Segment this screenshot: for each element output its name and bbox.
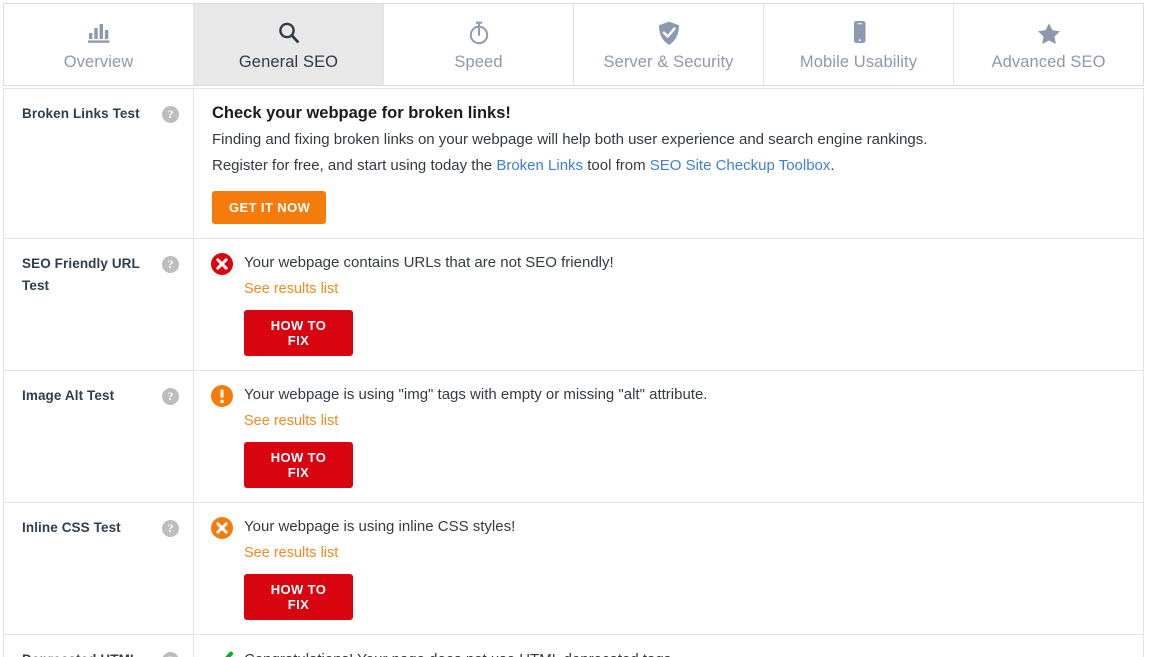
shield-check-icon <box>657 16 681 50</box>
table-row: Image Alt Test ? Your webpage is using "… <box>4 371 1143 503</box>
test-result-cell: Congratulations! Your page does not use … <box>194 635 1143 657</box>
promo-line-2: Register for free, and start using today… <box>212 153 927 179</box>
test-label: Broken Links Test <box>22 106 140 121</box>
test-name-cell: Broken Links Test ? <box>4 89 194 238</box>
help-icon[interactable]: ? <box>162 388 179 405</box>
promo-line-2-pre: Register for free, and start using today… <box>212 157 497 174</box>
promo-line-2-post: . <box>830 157 835 174</box>
how-to-fix-button[interactable]: HOW TO FIX <box>244 310 353 356</box>
see-results-list-link[interactable]: See results list <box>244 411 338 431</box>
error-cross-icon <box>210 252 234 276</box>
help-icon[interactable]: ? <box>162 520 179 537</box>
seo-report-page: Overview General SEO Speed Server & Secu… <box>0 0 1149 657</box>
how-to-fix-button[interactable]: HOW TO FIX <box>244 442 353 488</box>
tab-label: Mobile Usability <box>799 53 918 71</box>
tab-speed[interactable]: Speed <box>384 4 574 85</box>
tab-label: Advanced SEO <box>991 53 1106 71</box>
seo-test-results-table: Broken Links Test ? Check your webpage f… <box>3 88 1144 657</box>
star-icon <box>1035 16 1063 50</box>
tab-overview[interactable]: Overview <box>4 4 194 85</box>
test-name-cell: Inline CSS Test ? <box>4 503 194 634</box>
promo-heading: Check your webpage for broken links! <box>212 104 511 122</box>
table-row: Broken Links Test ? Check your webpage f… <box>4 89 1143 239</box>
see-results-list-link[interactable]: See results list <box>244 279 338 299</box>
stopwatch-icon <box>466 16 492 50</box>
test-label: SEO Friendly URL Test <box>22 256 140 293</box>
result-message: Your webpage is using inline CSS styles! <box>244 518 516 535</box>
test-result-cell: Your webpage is using "img" tags with em… <box>194 371 1143 502</box>
success-check-icon <box>210 649 234 657</box>
tab-general-seo[interactable]: General SEO <box>194 4 384 85</box>
table-row: Inline CSS Test ? Your webpage is using … <box>4 503 1143 635</box>
mobile-phone-icon <box>849 16 869 50</box>
category-tab-bar: Overview General SEO Speed Server & Secu… <box>3 3 1144 86</box>
test-label: Deprecated HTML Tags Test <box>22 649 154 657</box>
tab-label: Server & Security <box>603 53 734 71</box>
result-block: Your webpage contains URLs that are not … <box>244 251 614 356</box>
test-label: Inline CSS Test <box>22 520 121 535</box>
help-icon[interactable]: ? <box>162 106 179 123</box>
table-row: Deprecated HTML Tags Test ? Congratulati… <box>4 635 1143 657</box>
see-results-list-link[interactable]: See results list <box>244 543 338 563</box>
tab-label: Speed <box>454 53 503 71</box>
test-result-cell: Check your webpage for broken links! Fin… <box>194 89 1143 238</box>
result-message: Your webpage contains URLs that are not … <box>244 254 614 271</box>
get-it-now-button[interactable]: GET IT NOW <box>212 191 327 224</box>
test-name-cell: Image Alt Test ? <box>4 371 194 502</box>
tab-label: General SEO <box>238 53 339 71</box>
promo-line-2-mid: tool from <box>583 157 650 174</box>
search-icon <box>276 16 302 50</box>
bar-chart-icon <box>86 16 112 50</box>
promo-line-1: Finding and fixing broken links on your … <box>212 131 928 148</box>
test-label: Image Alt Test <box>22 388 115 403</box>
warning-cross-icon <box>210 516 234 540</box>
table-row: SEO Friendly URL Test ? Your webpage con… <box>4 239 1143 371</box>
tab-server-security[interactable]: Server & Security <box>574 4 764 85</box>
test-result-cell: Your webpage is using inline CSS styles!… <box>194 503 1143 634</box>
broken-links-link[interactable]: Broken Links <box>496 157 583 174</box>
result-message: Congratulations! Your page does not use … <box>244 647 675 657</box>
result-block: Your webpage is using "img" tags with em… <box>244 383 707 488</box>
help-icon[interactable]: ? <box>162 652 179 657</box>
how-to-fix-button[interactable]: HOW TO FIX <box>244 574 353 620</box>
help-icon[interactable]: ? <box>162 256 179 273</box>
test-name-cell: SEO Friendly URL Test ? <box>4 239 194 370</box>
seo-site-checkup-toolbox-link[interactable]: SEO Site Checkup Toolbox <box>650 157 831 174</box>
warning-exclamation-icon <box>210 384 234 408</box>
tab-label: Overview <box>63 53 134 71</box>
tab-mobile-usability[interactable]: Mobile Usability <box>764 4 954 85</box>
result-message: Your webpage is using "img" tags with em… <box>244 386 708 403</box>
tab-advanced-seo[interactable]: Advanced SEO <box>954 4 1143 85</box>
result-block: Your webpage is using inline CSS styles!… <box>244 515 515 620</box>
test-name-cell: Deprecated HTML Tags Test ? <box>4 635 194 657</box>
test-result-cell: Your webpage contains URLs that are not … <box>194 239 1143 370</box>
broken-links-promo: Check your webpage for broken links! Fin… <box>210 101 927 224</box>
